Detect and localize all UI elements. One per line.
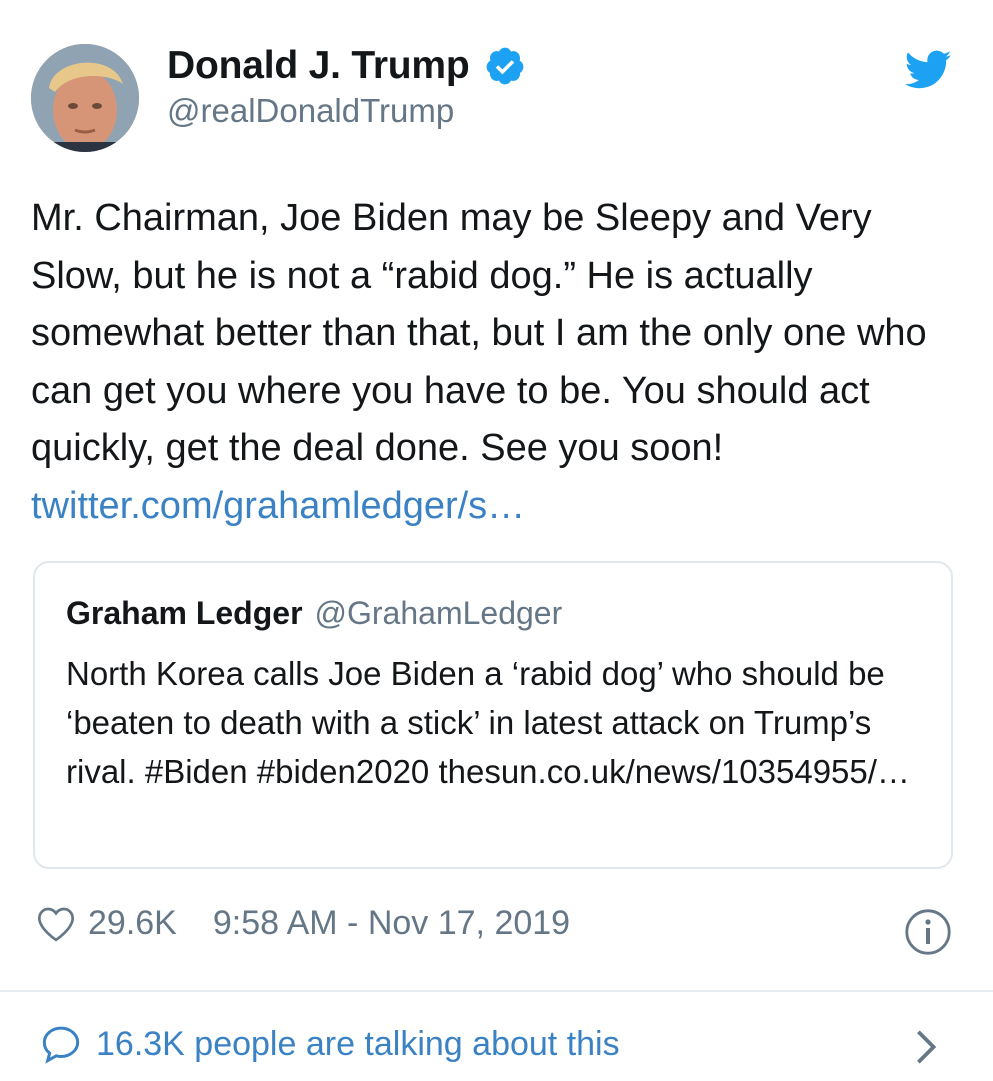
info-icon[interactable]: [904, 908, 952, 956]
divider: [0, 990, 993, 992]
quoted-tweet[interactable]: Graham Ledger @GrahamLedger North Korea c…: [33, 561, 953, 869]
like-count[interactable]: 29.6K: [88, 904, 177, 943]
quoted-tweet-text: North Korea calls Joe Biden a ‘rabid dog…: [66, 655, 910, 790]
chevron-right-icon[interactable]: [914, 1028, 938, 1066]
author-row: Donald J. Trump: [167, 44, 526, 88]
tweet-body: Mr. Chairman, Joe Biden may be Sleepy an…: [31, 197, 927, 469]
heart-icon[interactable]: [36, 905, 76, 943]
twitter-bird-icon[interactable]: [905, 50, 952, 90]
tweet-text: Mr. Chairman, Joe Biden may be Sleepy an…: [31, 190, 951, 535]
verified-badge-icon: [486, 47, 523, 85]
quoted-author-name: Graham Ledger: [66, 595, 303, 631]
speech-bubble-icon: [42, 1026, 80, 1064]
quoted-tweet-header: Graham Ledger @GrahamLedger: [66, 595, 562, 632]
author-handle[interactable]: @realDonaldTrump: [167, 92, 454, 130]
conversation-link[interactable]: 16.3K people are talking about this: [40, 1024, 620, 1064]
tweet-meta: 29.6K 9:58 AM - Nov 17, 2019: [36, 904, 570, 943]
conversation-count-text: 16.3K people are talking about this: [96, 1024, 620, 1063]
quoted-author-handle: @GrahamLedger: [314, 595, 563, 631]
author-display-name[interactable]: Donald J. Trump: [167, 44, 470, 88]
avatar[interactable]: [31, 44, 139, 152]
timestamp[interactable]: 9:58 AM - Nov 17, 2019: [213, 904, 570, 943]
tweet-link[interactable]: twitter.com/grahamledger/s…: [31, 485, 525, 527]
